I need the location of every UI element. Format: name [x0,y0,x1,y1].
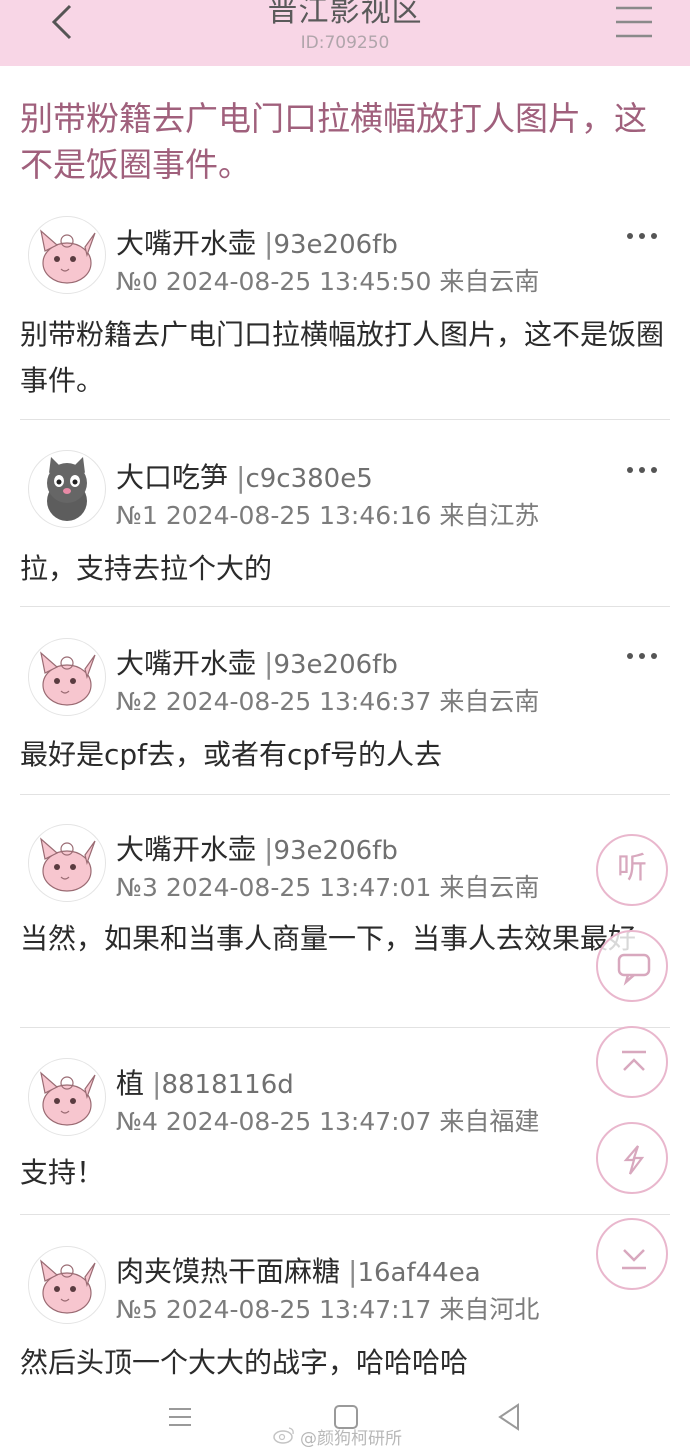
hamburger-menu-icon [616,6,652,38]
user-id: 93e206fb [273,650,398,680]
post-time: 2024-08-25 13:46:37 [165,687,432,716]
pink-creature-avatar-icon [40,651,96,706]
post-location: 来自福建 [439,1107,540,1136]
floor-number: №0 [116,267,158,296]
back-triangle-icon [498,1403,519,1431]
watermark-text: @颜狗柯研所 [300,1429,402,1449]
user-avatar[interactable] [28,638,106,716]
listen-button[interactable]: 听 [596,834,668,906]
floor-number: №2 [116,687,158,716]
post-content: 最好是cpf去，或者有cpf号的人去 [20,738,443,771]
divider [20,794,670,795]
user-avatar[interactable] [28,1058,106,1136]
username[interactable]: 大嘴开水壶 [116,833,256,866]
user-id: 93e206fb [273,230,398,260]
scroll-top-button[interactable] [596,1026,668,1098]
floor-number: №1 [116,501,158,530]
more-options-button[interactable] [625,228,659,242]
menu-button[interactable] [610,2,658,42]
post-location: 来自云南 [439,267,540,296]
more-options-button[interactable] [625,648,659,662]
pink-creature-avatar-icon [40,1259,96,1314]
post-location: 来自江苏 [439,501,540,530]
post-time: 2024-08-25 13:47:07 [165,1107,432,1136]
username[interactable]: 肉夹馍热干面麻糖 [116,1255,340,1288]
floor-number: №5 [116,1295,158,1324]
post-content: 支持！ [20,1156,105,1189]
board-id: ID:709250 [300,33,390,53]
gray-cat-avatar-icon [47,457,87,521]
username[interactable]: 大口吃笋 [116,461,228,494]
scroll-top-icon [622,1050,646,1071]
user-avatar[interactable] [28,216,106,294]
user-avatar[interactable] [28,824,106,902]
post-time: 2024-08-25 13:47:17 [165,1295,432,1324]
system-back-button[interactable] [490,1397,530,1437]
app-title: 晋江影视区 [267,0,423,29]
user-id: 8818116d [161,1070,294,1100]
more-options-button[interactable] [625,462,659,476]
comment-icon [617,953,651,986]
post-content: 然后头顶一个大大的战字，哈哈哈哈 [20,1346,469,1379]
floor-number: №4 [116,1107,158,1136]
more-dots-icon [627,653,657,659]
post-content: 当然，如果和当事人商量一下，当事人去效果最好 [20,922,637,955]
top-bar: 晋江影视区 ID:709250 [0,0,690,66]
listen-label: 听 [617,851,647,886]
username[interactable]: 大嘴开水壶 [116,647,256,680]
menu-lines-icon [169,1408,191,1426]
user-id: c9c380e5 [245,464,373,494]
scroll-bottom-icon [622,1249,646,1270]
weibo-icon [273,1427,294,1444]
divider [20,606,670,607]
username[interactable]: 植 [116,1067,144,1100]
user-id: 16af44ea [357,1258,481,1288]
swap-button[interactable] [596,1122,668,1194]
user-avatar[interactable] [28,450,106,528]
post-time: 2024-08-25 13:46:16 [165,501,432,530]
post-location: 来自云南 [439,687,540,716]
floor-number: №3 [116,873,158,902]
scroll-bottom-button[interactable] [596,1218,668,1290]
recent-apps-button[interactable] [160,1397,200,1437]
user-avatar[interactable] [28,1246,106,1324]
pink-creature-avatar-icon [40,837,96,892]
divider [20,1027,670,1028]
post-location: 来自河北 [439,1295,540,1324]
username[interactable]: 大嘴开水壶 [116,227,256,260]
pink-creature-avatar-icon [40,1071,96,1126]
post-time: 2024-08-25 13:45:50 [165,267,432,296]
divider [20,1214,670,1215]
comment-button[interactable] [596,930,668,1002]
thread-title: 别带粉籍去广电门口拉横幅放打人图片，这不是饭圈事件。 [20,99,647,184]
post-content: 拉，支持去拉个大的 [20,552,273,585]
post-location: 来自云南 [439,873,540,902]
post-content: 别带粉籍去广电门口拉横幅放打人图片，这不是饭圈事件。 [20,318,665,397]
more-dots-icon [627,467,657,473]
user-id: 93e206fb [273,836,398,866]
pink-creature-avatar-icon [40,229,96,284]
post-time: 2024-08-25 13:47:01 [165,873,432,902]
divider [20,419,670,420]
more-dots-icon [627,233,657,239]
swap-icon [623,1145,645,1175]
